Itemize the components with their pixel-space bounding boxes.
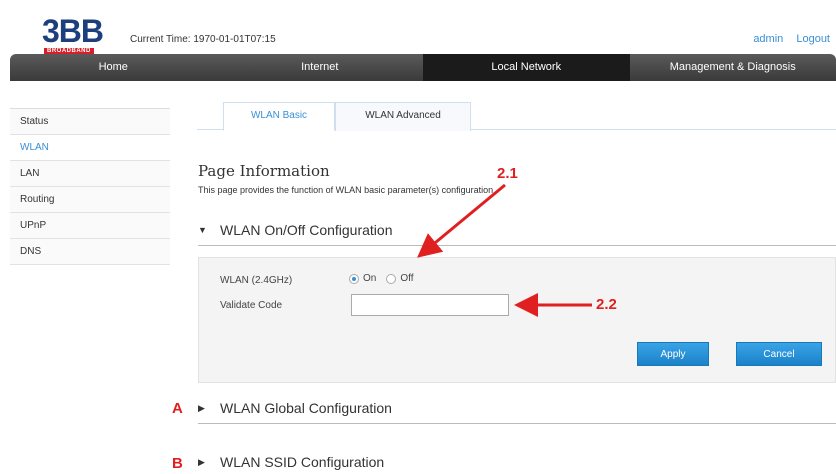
annotation-label-b: B xyxy=(172,455,183,472)
annotation-label-2-2: 2.2 xyxy=(596,296,617,313)
annotation-label-a: A xyxy=(172,400,183,417)
arrow-2-1 xyxy=(417,183,506,258)
annotation-arrows xyxy=(417,183,592,317)
annotation-label-2-1: 2.1 xyxy=(497,165,518,182)
